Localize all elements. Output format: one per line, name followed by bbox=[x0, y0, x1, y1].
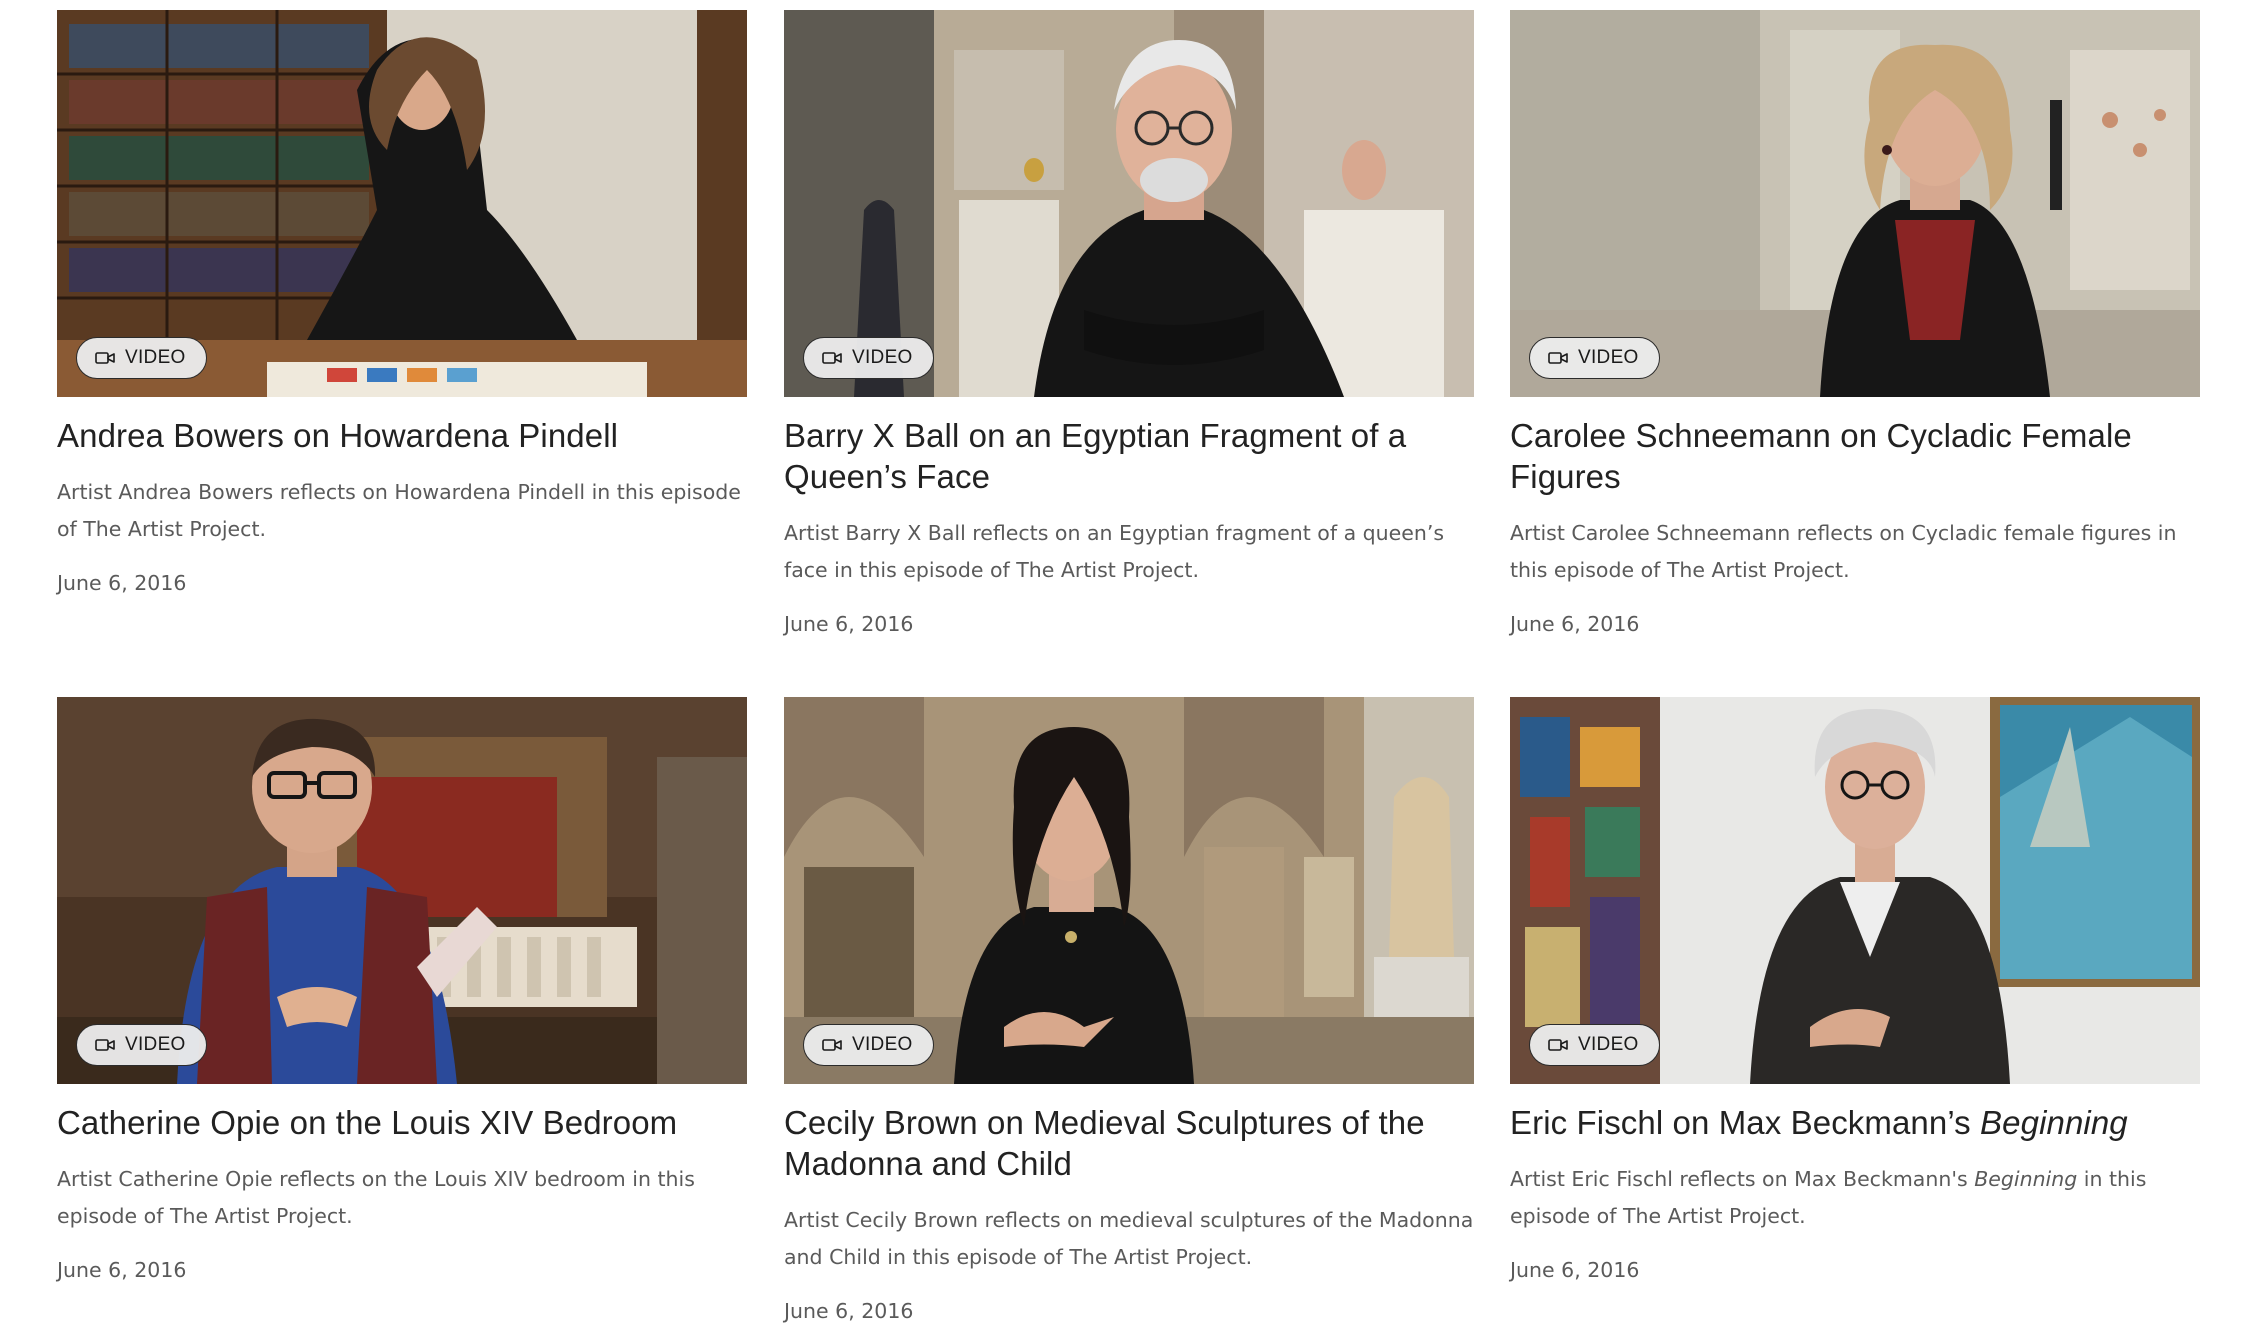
video-badge: VIDEO bbox=[76, 1024, 207, 1066]
card-description-italic: Beginning bbox=[1974, 1167, 2078, 1191]
video-badge: VIDEO bbox=[76, 337, 207, 379]
card-description: Artist Andrea Bowers reflects on Howarde… bbox=[57, 474, 747, 548]
video-badge: VIDEO bbox=[803, 337, 934, 379]
article-card[interactable]: VIDEO Andrea Bowers on Howardena Pindell… bbox=[57, 10, 747, 598]
article-card[interactable]: VIDEO Catherine Opie on the Louis XIV Be… bbox=[57, 697, 747, 1285]
card-thumbnail[interactable]: VIDEO bbox=[57, 697, 747, 1084]
card-title[interactable]: Cecily Brown on Medieval Sculptures of t… bbox=[784, 1102, 1474, 1184]
video-badge: VIDEO bbox=[1529, 1024, 1660, 1066]
video-camera-icon bbox=[95, 352, 115, 364]
card-title-italic[interactable]: Beginning bbox=[1980, 1104, 2128, 1141]
card-description: Artist Barry X Ball reflects on an Egypt… bbox=[784, 515, 1474, 589]
video-badge: VIDEO bbox=[1529, 337, 1660, 379]
card-title-text[interactable]: Barry X Ball on an Egyptian Fragment of … bbox=[784, 417, 1406, 495]
video-badge-label: VIDEO bbox=[1578, 1034, 1639, 1055]
video-badge-label: VIDEO bbox=[852, 1034, 913, 1055]
article-card[interactable]: VIDEO Carolee Schneemann on Cycladic Fem… bbox=[1510, 10, 2200, 639]
card-title[interactable]: Carolee Schneemann on Cycladic Female Fi… bbox=[1510, 415, 2200, 497]
card-title[interactable]: Eric Fischl on Max Beckmann’s Beginning bbox=[1510, 1102, 2200, 1143]
card-thumbnail[interactable]: VIDEO bbox=[784, 10, 1474, 397]
card-title-text[interactable]: Carolee Schneemann on Cycladic Female Fi… bbox=[1510, 417, 2132, 495]
card-thumbnail[interactable]: VIDEO bbox=[1510, 697, 2200, 1084]
card-date: June 6, 2016 bbox=[57, 571, 187, 595]
card-thumbnail[interactable]: VIDEO bbox=[784, 697, 1474, 1084]
card-date: June 6, 2016 bbox=[1510, 612, 1640, 636]
article-card[interactable]: VIDEO Barry X Ball on an Egyptian Fragme… bbox=[784, 10, 1474, 639]
card-date: June 6, 2016 bbox=[784, 612, 914, 636]
card-description-text: Artist Barry X Ball reflects on an Egypt… bbox=[784, 521, 1445, 582]
video-camera-icon bbox=[822, 1039, 842, 1051]
video-badge-label: VIDEO bbox=[1578, 347, 1639, 368]
card-thumbnail[interactable]: VIDEO bbox=[1510, 10, 2200, 397]
video-camera-icon bbox=[822, 352, 842, 364]
card-date: June 6, 2016 bbox=[1510, 1258, 1640, 1282]
card-description: Artist Eric Fischl reflects on Max Beckm… bbox=[1510, 1161, 2200, 1235]
card-title[interactable]: Barry X Ball on an Egyptian Fragment of … bbox=[784, 415, 1474, 497]
video-camera-icon bbox=[1548, 352, 1568, 364]
video-camera-icon bbox=[1548, 1039, 1568, 1051]
video-badge-label: VIDEO bbox=[125, 1034, 186, 1055]
card-title-text[interactable]: Cecily Brown on Medieval Sculptures of t… bbox=[784, 1104, 1425, 1182]
video-badge-label: VIDEO bbox=[852, 347, 913, 368]
article-grid: VIDEO Andrea Bowers on Howardena Pindell… bbox=[0, 0, 2248, 1332]
card-title[interactable]: Andrea Bowers on Howardena Pindell bbox=[57, 415, 747, 456]
card-thumbnail[interactable]: VIDEO bbox=[57, 10, 747, 397]
article-card[interactable]: VIDEO Cecily Brown on Medieval Sculpture… bbox=[784, 697, 1474, 1326]
video-badge-label: VIDEO bbox=[125, 347, 186, 368]
article-card[interactable]: VIDEO Eric Fischl on Max Beckmann’s Begi… bbox=[1510, 697, 2200, 1285]
card-description-text: Artist Andrea Bowers reflects on Howarde… bbox=[57, 480, 741, 541]
card-title-text[interactable]: Catherine Opie on the Louis XIV Bedroom bbox=[57, 1104, 677, 1141]
card-description: Artist Carolee Schneemann reflects on Cy… bbox=[1510, 515, 2200, 589]
video-camera-icon bbox=[95, 1039, 115, 1051]
card-description-text: Artist Carolee Schneemann reflects on Cy… bbox=[1510, 521, 2177, 582]
card-description: Artist Cecily Brown reflects on medieval… bbox=[784, 1202, 1474, 1276]
card-description-text: Artist Eric Fischl reflects on Max Beckm… bbox=[1510, 1167, 1975, 1191]
card-description-text: Artist Catherine Opie reflects on the Lo… bbox=[57, 1167, 695, 1228]
video-badge: VIDEO bbox=[803, 1024, 934, 1066]
card-description-text: Artist Cecily Brown reflects on medieval… bbox=[784, 1208, 1474, 1269]
card-title[interactable]: Catherine Opie on the Louis XIV Bedroom bbox=[57, 1102, 747, 1143]
card-title-text[interactable]: Eric Fischl on Max Beckmann’s bbox=[1510, 1104, 1980, 1141]
card-date: June 6, 2016 bbox=[784, 1299, 914, 1323]
card-title-text[interactable]: Andrea Bowers on Howardena Pindell bbox=[57, 417, 618, 454]
card-description: Artist Catherine Opie reflects on the Lo… bbox=[57, 1161, 747, 1235]
card-date: June 6, 2016 bbox=[57, 1258, 187, 1282]
